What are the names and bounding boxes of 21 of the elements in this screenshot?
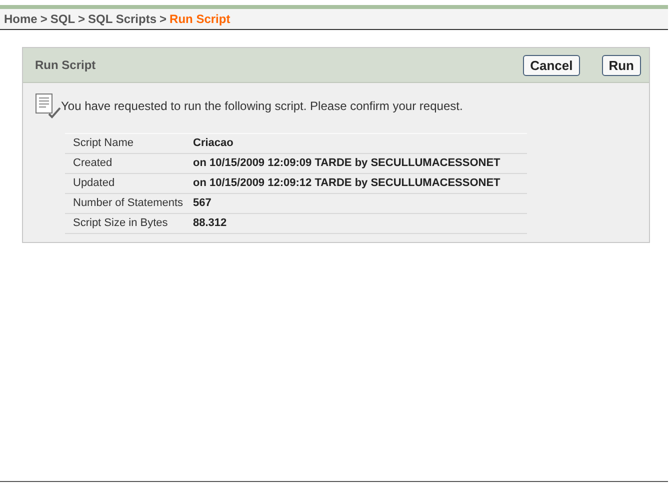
confirmation-message: You have requested to run the following script. Please confirm your request. [61, 98, 463, 115]
breadcrumb-link[interactable]: Home [4, 10, 38, 28]
action-button[interactable]: Run [602, 54, 641, 76]
breadcrumb-separator: > [78, 11, 86, 28]
field-label: Script Size in Bytes [72, 216, 169, 232]
field-label: Created [72, 156, 114, 172]
script-document-icon [35, 93, 61, 119]
field-value: Criacao [193, 136, 234, 152]
breadcrumb-separator: > [160, 11, 167, 28]
field-label: Updated [72, 176, 116, 192]
field-label: Number of Statements [72, 196, 184, 212]
breadcrumb-separator: > [40, 11, 48, 28]
panel-title: Run Script [35, 57, 96, 74]
field-value: 567 [193, 196, 212, 212]
action-button[interactable]: Cancel [523, 54, 580, 76]
field-label: Script Name [72, 136, 135, 152]
field-value: on 10/15/2009 12:09:09 TARDE by SECULLUMACESSONET [193, 156, 500, 172]
field-value: on 10/15/2009 12:09:12 TARDE by SECULLUMACESSONET [193, 176, 500, 192]
breadcrumb-link[interactable]: SQL [50, 10, 76, 28]
field-value: 88.312 [193, 216, 227, 232]
breadcrumb-link[interactable]: SQL Scripts [88, 10, 157, 28]
